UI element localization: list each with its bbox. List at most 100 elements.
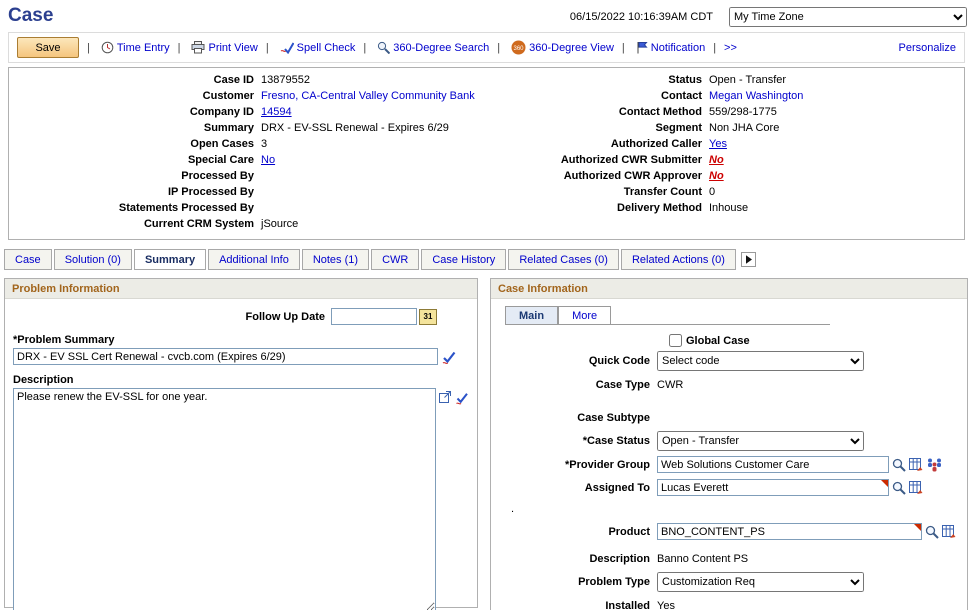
summary-row-label: IP Processed By xyxy=(9,184,261,200)
product-description-value: Banno Content PS xyxy=(657,553,748,565)
product-label: Product xyxy=(497,526,657,538)
timezone-select[interactable]: My Time Zone xyxy=(729,7,967,27)
search-360-icon xyxy=(377,41,390,54)
print-view-link[interactable]: Print View xyxy=(188,41,257,54)
section-separator-dot: . xyxy=(511,504,961,514)
summary-row: IP Processed By xyxy=(9,184,487,200)
summary-row: StatusOpen - Transfer xyxy=(487,72,964,88)
special-care-link[interactable]: No xyxy=(261,152,275,168)
tab-related-cases[interactable]: Related Cases (0) xyxy=(508,249,619,270)
contact-method-value: 559/298-1775 xyxy=(709,104,777,120)
view-360-link[interactable]: 360 360-Degree View xyxy=(508,40,614,55)
quick-code-select[interactable]: Select code xyxy=(657,351,864,371)
printer-icon xyxy=(191,41,205,54)
follow-up-date-input[interactable] xyxy=(331,308,417,325)
notification-link[interactable]: Notification xyxy=(633,41,705,54)
summary-row: SegmentNon JHA Core xyxy=(487,120,964,136)
provider-group-input[interactable] xyxy=(657,456,889,473)
search-360-link[interactable]: 360-Degree Search xyxy=(374,41,489,54)
problem-summary-spellcheck-icon[interactable] xyxy=(441,351,456,365)
subtab-more[interactable]: More xyxy=(558,306,611,324)
authorized-caller-link[interactable]: Yes xyxy=(709,136,727,152)
provider-group-team-icon[interactable] xyxy=(926,458,943,472)
summary-row-label: Delivery Method xyxy=(487,200,709,216)
summary-row-label: Company ID xyxy=(9,104,261,120)
toolbar-more-link[interactable]: >> xyxy=(724,42,737,54)
transfer-count-value: 0 xyxy=(709,184,715,200)
time-entry-link[interactable]: Time Entry xyxy=(98,41,170,54)
summary-row: Contact Method559/298-1775 xyxy=(487,104,964,120)
toolbar-separator: | xyxy=(266,42,269,54)
tab-additional-info[interactable]: Additional Info xyxy=(208,249,300,270)
summary-row-label: Processed By xyxy=(9,168,261,184)
summary-row: Delivery MethodInhouse xyxy=(487,200,964,216)
toolbar-separator: | xyxy=(622,42,625,54)
problem-information-panel: Problem Information Follow Up Date 31 *P… xyxy=(4,278,478,608)
summary-row: Current CRM SystemjSource xyxy=(9,216,487,232)
spell-check-link[interactable]: Spell Check xyxy=(277,41,356,54)
global-case-checkbox[interactable] xyxy=(669,334,682,347)
tab-case[interactable]: Case xyxy=(4,249,52,270)
summary-row-label: Contact Method xyxy=(487,104,709,120)
installed-label: Installed xyxy=(497,600,657,610)
customer-link[interactable]: Fresno, CA-Central Valley Community Bank xyxy=(261,88,475,104)
case-status-label: *Case Status xyxy=(497,435,657,447)
contact-link[interactable]: Megan Washington xyxy=(709,88,803,104)
tab-summary[interactable]: Summary xyxy=(134,249,206,270)
summary-row-label: Statements Processed By xyxy=(9,200,261,216)
assigned-to-input[interactable] xyxy=(657,479,889,496)
cwr-approver-flag: No xyxy=(709,168,724,184)
tab-notes[interactable]: Notes (1) xyxy=(302,249,369,270)
open-cases-value: 3 xyxy=(261,136,267,152)
product-detail-icon[interactable] xyxy=(942,525,956,538)
svg-text:360: 360 xyxy=(514,46,525,52)
toolbar-separator: | xyxy=(87,42,90,54)
problem-information-title: Problem Information xyxy=(5,279,477,299)
product-lookup-icon[interactable] xyxy=(925,525,939,539)
toolbar-separator: | xyxy=(497,42,500,54)
tab-solution[interactable]: Solution (0) xyxy=(54,249,132,270)
case-summary-panel: Case ID13879552 CustomerFresno, CA-Centr… xyxy=(8,67,965,240)
clock-icon xyxy=(101,41,114,54)
assigned-to-lookup-icon[interactable] xyxy=(892,481,906,495)
tab-related-actions[interactable]: Related Actions (0) xyxy=(621,249,736,270)
summary-row-label: Authorized Caller xyxy=(487,136,709,152)
assigned-to-detail-icon[interactable] xyxy=(909,481,923,494)
case-type-label: Case Type xyxy=(497,379,657,391)
required-indicator xyxy=(914,524,921,531)
tabs-overflow-arrow-icon[interactable] xyxy=(741,252,756,267)
calendar-icon[interactable]: 31 xyxy=(419,309,437,325)
description-textarea[interactable]: Please renew the EV-SSL for one year. xyxy=(13,388,436,610)
summary-row: Special CareNo xyxy=(9,152,487,168)
problem-summary-input[interactable] xyxy=(13,348,438,365)
page-tabs: Case Solution (0) Summary Additional Inf… xyxy=(4,249,973,270)
crm-system-value: jSource xyxy=(261,216,298,232)
summary-row-label: Case ID xyxy=(9,72,261,88)
summary-row-label: Authorized CWR Approver xyxy=(487,168,709,184)
personalize-link[interactable]: Personalize xyxy=(899,42,956,54)
follow-up-date-label: Follow Up Date xyxy=(13,311,331,323)
summary-row: Authorized CWR SubmitterNo xyxy=(487,152,964,168)
product-input[interactable] xyxy=(657,523,922,540)
tab-cwr[interactable]: CWR xyxy=(371,249,419,270)
summary-row: Authorized CWR ApproverNo xyxy=(487,168,964,184)
save-button[interactable]: Save xyxy=(17,37,79,58)
cwr-submitter-flag: No xyxy=(709,152,724,168)
view-360-icon: 360 xyxy=(511,40,526,55)
summary-row-label: Summary xyxy=(9,120,261,136)
problem-type-select[interactable]: Customization Req xyxy=(657,572,864,592)
expand-field-icon[interactable] xyxy=(439,390,452,403)
case-status-select[interactable]: Open - Transfer xyxy=(657,431,864,451)
subtab-main[interactable]: Main xyxy=(505,306,558,324)
summary-row-label: Special Care xyxy=(9,152,261,168)
description-spellcheck-icon[interactable] xyxy=(455,392,469,405)
summary-row: Company ID14594 xyxy=(9,104,487,120)
tab-case-history[interactable]: Case History xyxy=(421,249,506,270)
case-subtype-label: Case Subtype xyxy=(497,412,657,424)
company-id-link[interactable]: 14594 xyxy=(261,104,292,120)
provider-group-lookup-icon[interactable] xyxy=(892,458,906,472)
summary-row-label: Transfer Count xyxy=(487,184,709,200)
case-information-panel: Case Information Main More Global Case Q… xyxy=(490,278,968,610)
provider-group-detail-icon[interactable] xyxy=(909,458,923,471)
page-title: Case xyxy=(8,5,53,27)
